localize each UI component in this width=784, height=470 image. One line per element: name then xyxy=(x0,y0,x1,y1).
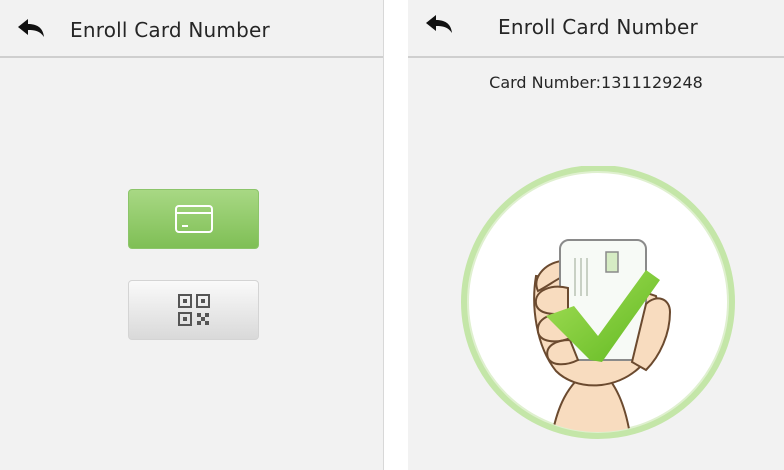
title-bar: Enroll Card Number xyxy=(0,0,383,58)
card-enrolled-screen: Enroll Card Number Card Number:131112924… xyxy=(408,0,784,470)
enroll-qr-code-button[interactable] xyxy=(128,280,259,340)
back-arrow-icon xyxy=(18,19,44,37)
page-title: Enroll Card Number xyxy=(498,15,698,39)
enroll-card-button[interactable] xyxy=(128,189,259,249)
back-arrow-icon xyxy=(426,15,452,33)
back-button[interactable] xyxy=(418,6,462,44)
page-title: Enroll Card Number xyxy=(70,18,270,42)
hand-holding-card-success-icon xyxy=(461,165,735,439)
title-bar: Enroll Card Number xyxy=(408,0,784,58)
enroll-card-screen: Enroll Card Number xyxy=(0,0,384,470)
qr-code-icon xyxy=(177,294,210,326)
card-success-illustration xyxy=(456,165,740,445)
back-button[interactable] xyxy=(10,10,54,48)
card-number-label: Card Number:1311129248 xyxy=(489,73,703,92)
card-icon xyxy=(174,205,213,233)
